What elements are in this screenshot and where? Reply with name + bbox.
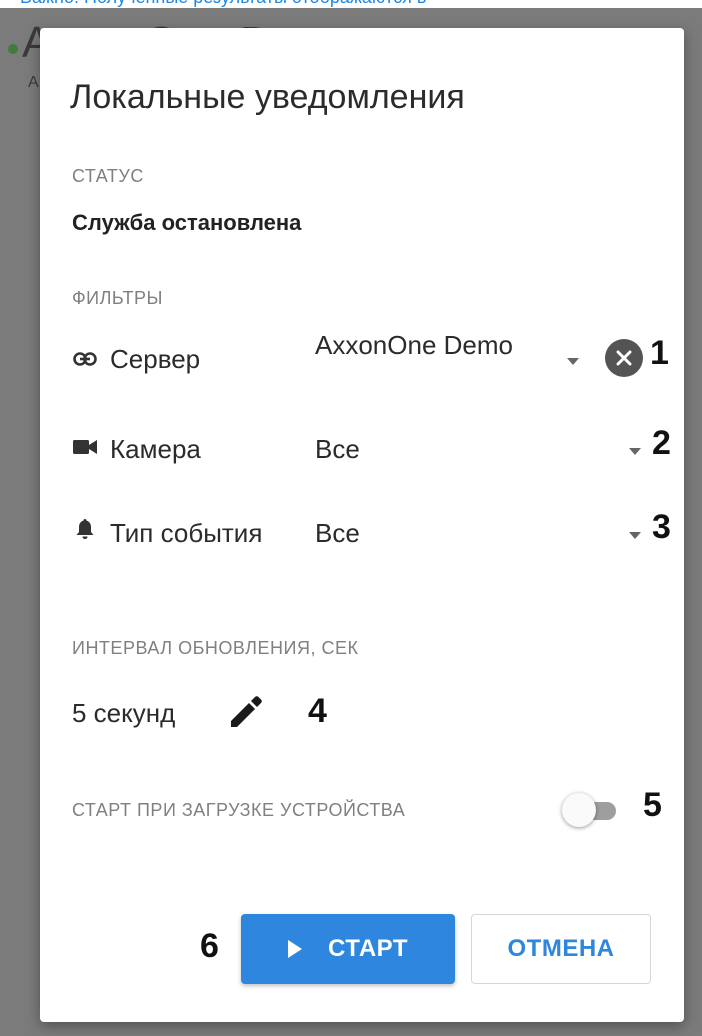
camera-filter-row: Камера Все [40, 420, 684, 480]
event-type-filter-row: Тип события Все [40, 504, 684, 564]
bell-icon [72, 516, 98, 542]
callout-5: 5 [643, 786, 662, 824]
top-strip: Важно! Полученные результаты отображаютс… [0, 0, 702, 8]
status-value: Служба остановлена [72, 210, 302, 235]
camera-dropdown-arrow-icon[interactable] [629, 448, 641, 455]
edit-interval-button[interactable] [225, 693, 265, 733]
link-icon [72, 346, 98, 372]
status-label: СТАТУС [72, 166, 144, 186]
status-dot [8, 44, 18, 54]
cancel-button[interactable]: ОТМЕНА [471, 914, 651, 984]
close-icon [616, 350, 632, 366]
interval-label: ИНТЕРВАЛ ОБНОВЛЕНИЯ, СЕК [72, 638, 359, 658]
autostart-label: СТАРТ ПРИ ЗАГРУЗКЕ УСТРОЙСТВА [72, 800, 406, 820]
clear-server-button[interactable] [605, 339, 643, 377]
event-type-label: Тип события [110, 518, 263, 548]
callout-4: 4 [308, 692, 327, 730]
event-type-select[interactable]: Все [315, 516, 515, 551]
toggle-thumb [562, 793, 596, 827]
camera-label: Камера [110, 434, 201, 464]
start-button-label: СТАРТ [327, 935, 409, 962]
filters-label: ФИЛЬТРЫ [72, 288, 163, 308]
camera-select[interactable]: Все [315, 432, 515, 467]
cancel-button-label: ОТМЕНА [507, 935, 615, 962]
start-button[interactable]: СТАРТ [241, 914, 455, 984]
pencil-icon [231, 696, 262, 727]
background-app-subtitle: A [28, 74, 39, 91]
server-filter-row: Сервер AxxonOne Demo [40, 328, 684, 388]
server-dropdown-arrow-icon[interactable] [567, 358, 579, 365]
autostart-toggle[interactable] [562, 790, 624, 830]
callout-6: 6 [200, 927, 219, 965]
server-label: Сервер [110, 344, 201, 374]
dialog-title: Локальные уведомления [70, 78, 465, 116]
play-icon [287, 940, 302, 958]
callout-2: 2 [652, 424, 671, 462]
callout-3: 3 [652, 508, 671, 546]
event-type-dropdown-arrow-icon[interactable] [629, 532, 641, 539]
callout-1: 1 [650, 334, 669, 372]
interval-value: 5 секунд [72, 698, 176, 728]
videocam-icon [72, 434, 98, 460]
server-select[interactable]: AxxonOne Demo [315, 328, 515, 363]
top-link[interactable]: Важно! Полученные результаты отображаютс… [20, 0, 426, 8]
local-notifications-dialog: Локальные уведомления СТАТУС Служба оста… [40, 28, 684, 1022]
